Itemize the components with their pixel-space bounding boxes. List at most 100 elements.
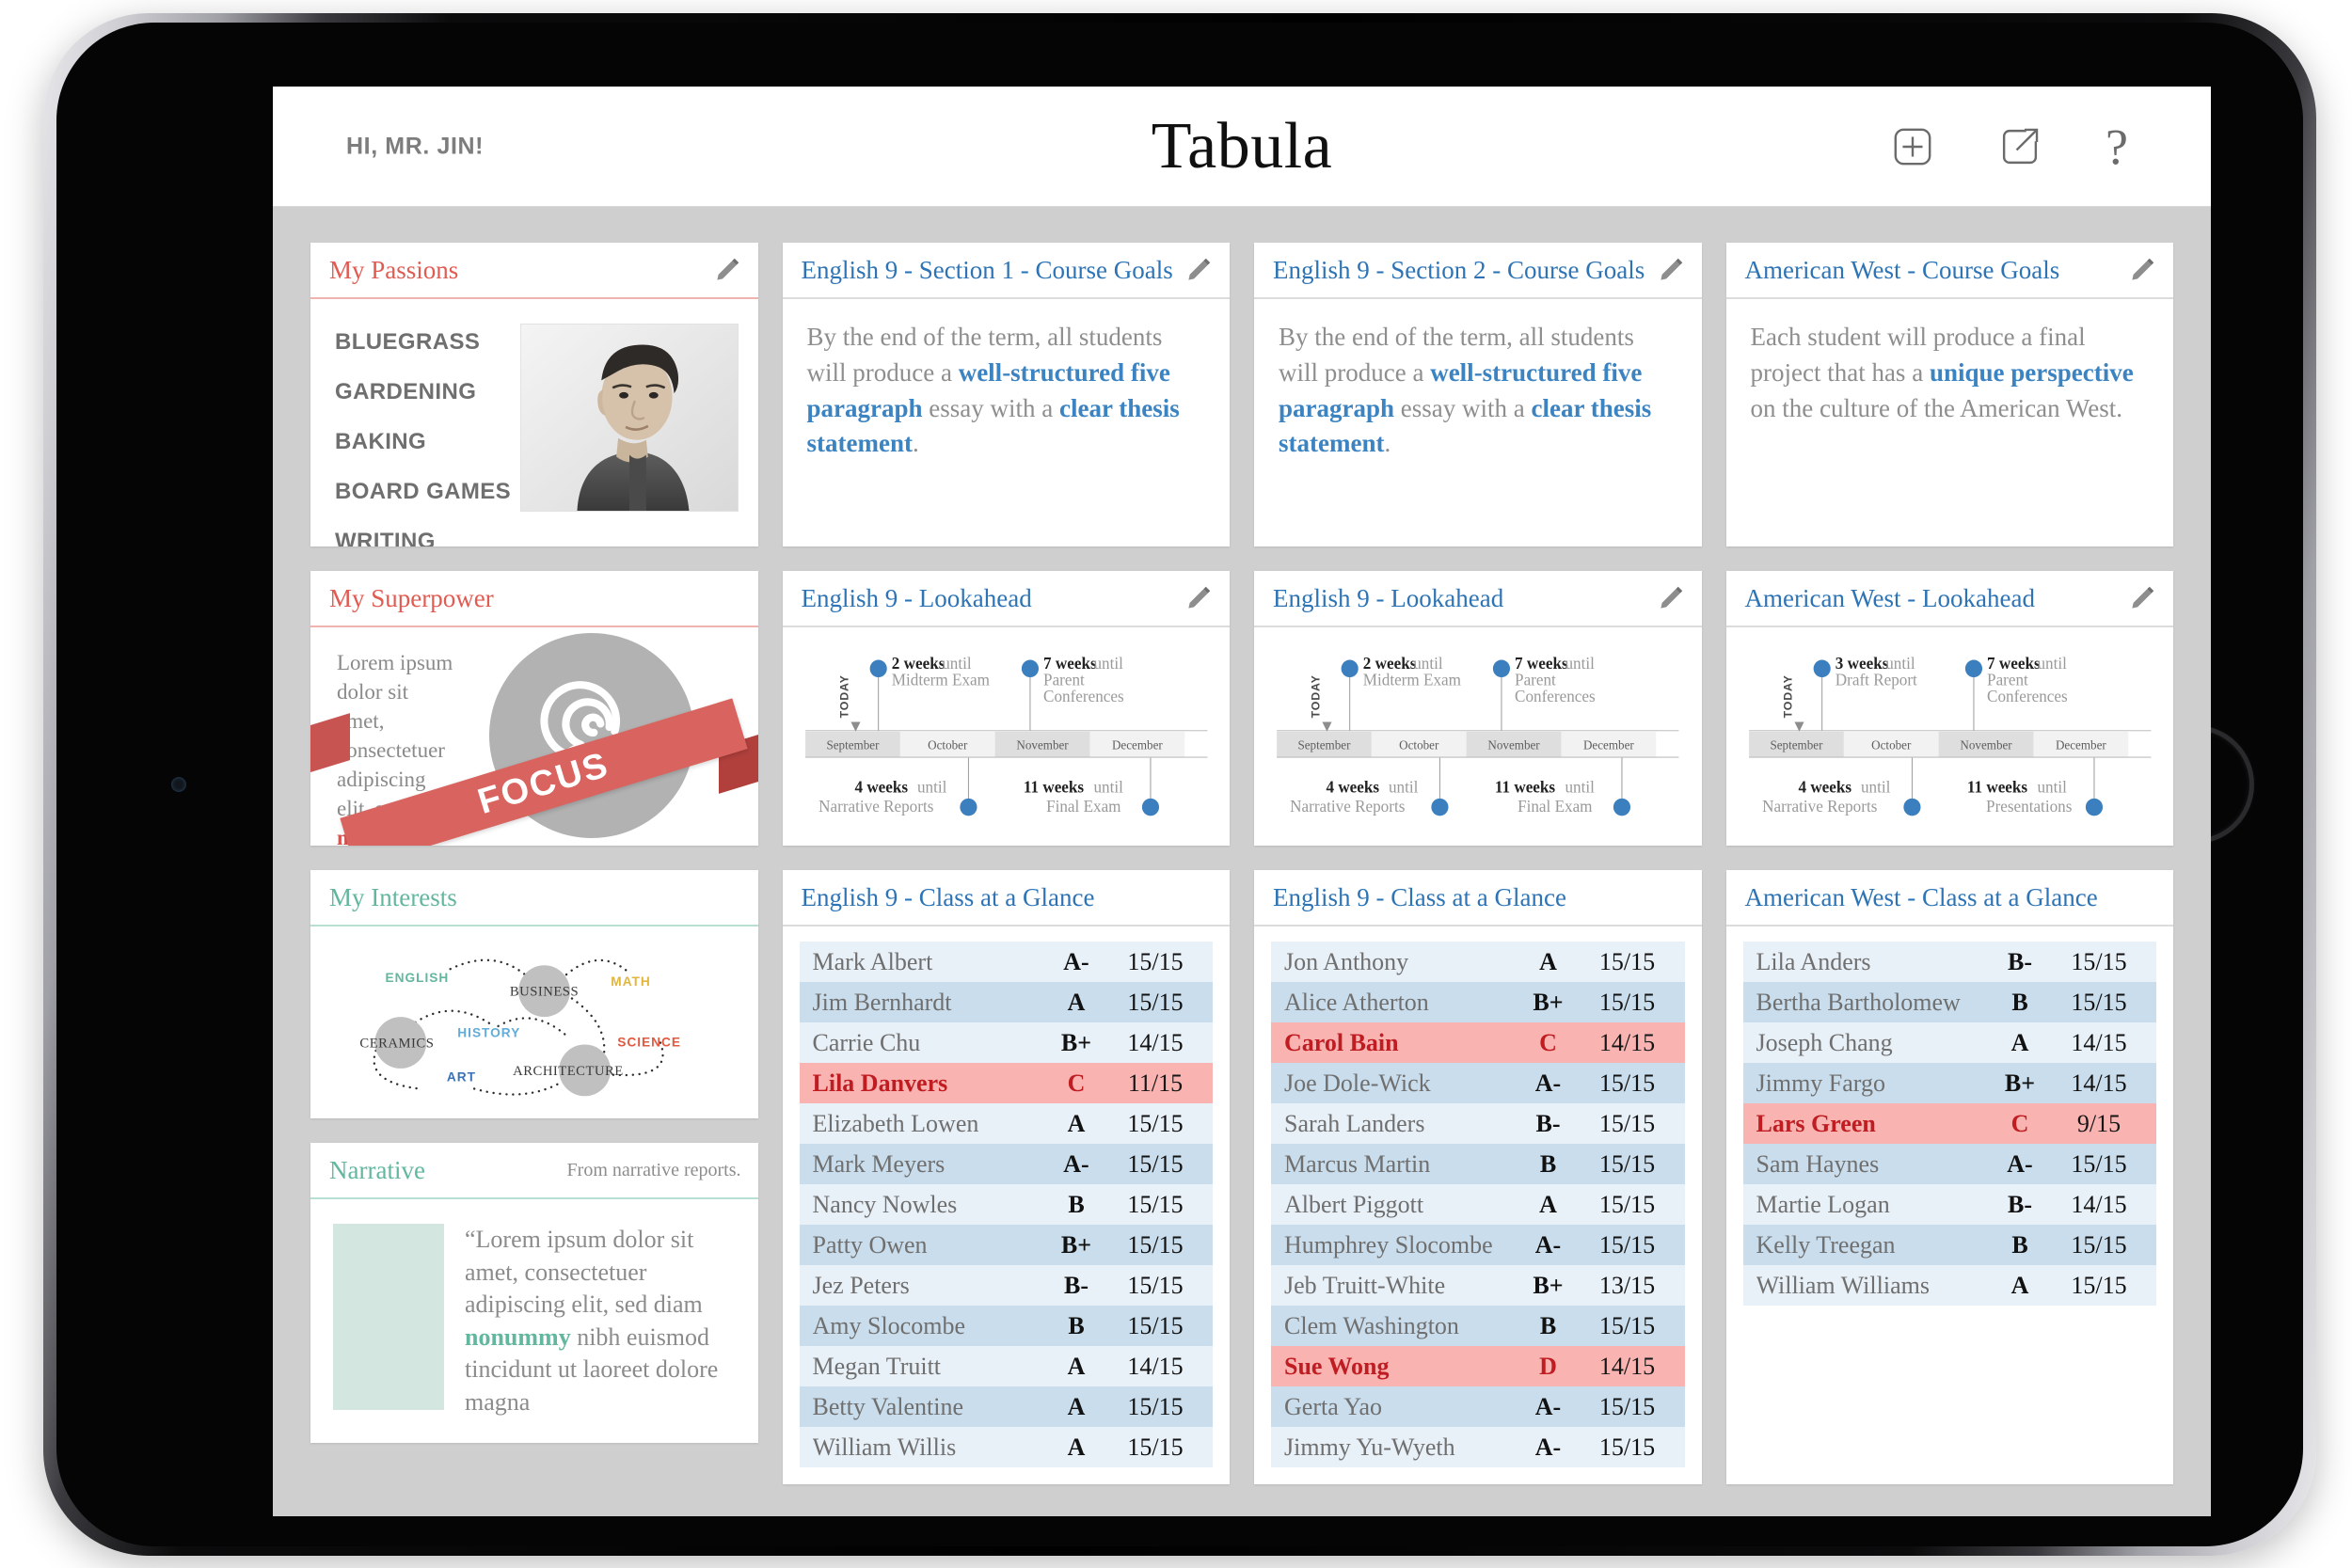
student-score: 15/15 bbox=[2071, 1271, 2127, 1299]
card-title: English 9 - Section 1 - Course Goals bbox=[801, 255, 1173, 284]
edit-pencil-icon[interactable] bbox=[713, 256, 741, 284]
card-body: BUSINESS CERAMICS ARCHITECTURE ENGLISH M… bbox=[310, 927, 758, 1118]
table-row[interactable]: William Willis A 15/15 bbox=[799, 1427, 1213, 1467]
today-label: TODAY bbox=[837, 674, 850, 718]
card-my-passions: My Passions BLUEGRASS GARDENING BAKING B… bbox=[310, 243, 758, 546]
table-row[interactable]: Sue Wong D 14/15 bbox=[1271, 1346, 1685, 1386]
interest-label: CERAMICS bbox=[359, 1036, 434, 1051]
table-row[interactable]: Bertha Bartholomew B 15/15 bbox=[1742, 982, 2156, 1022]
student-grade: B+ bbox=[1060, 1230, 1092, 1259]
student-score: 15/15 bbox=[1598, 1433, 1656, 1461]
table-row[interactable]: Elizabeth Lowen A 15/15 bbox=[799, 1103, 1213, 1144]
table-row[interactable]: Joe Dole-Wick A- 15/15 bbox=[1271, 1063, 1685, 1103]
student-name: Jimmy Fargo bbox=[1756, 1069, 1885, 1097]
student-name: Marcus Martin bbox=[1284, 1149, 1431, 1178]
student-score: 15/15 bbox=[1598, 1109, 1656, 1137]
table-row[interactable]: Marcus Martin B 15/15 bbox=[1271, 1144, 1685, 1184]
interest-label: BUSINESS bbox=[510, 985, 579, 1000]
student-name: Bertha Bartholomew bbox=[1756, 988, 1961, 1016]
card-header: My Passions bbox=[310, 243, 758, 299]
table-row[interactable]: Jeb Truitt-White B+ 13/15 bbox=[1271, 1265, 1685, 1306]
month-label: September bbox=[1297, 737, 1351, 752]
share-icon[interactable] bbox=[1998, 125, 2042, 168]
edit-pencil-icon[interactable] bbox=[1657, 584, 1685, 612]
student-name: Gerta Yao bbox=[1284, 1392, 1382, 1420]
table-row[interactable]: Jim Bernhardt A 15/15 bbox=[799, 982, 1213, 1022]
card-my-interests: My Interests BUSINESS CERAMICS ARCHITECT… bbox=[310, 870, 758, 1118]
table-row[interactable]: Martie Logan B- 14/15 bbox=[1742, 1184, 2156, 1225]
table-row[interactable]: William Williams A 15/15 bbox=[1742, 1265, 2156, 1306]
month-label: December bbox=[1111, 737, 1162, 752]
table-row[interactable]: Mark Albert A- 15/15 bbox=[799, 942, 1213, 982]
card-body: By the end of the term, all students wil… bbox=[1254, 299, 1702, 546]
student-score: 15/15 bbox=[1598, 1311, 1656, 1339]
table-row[interactable]: Lila Anders B- 15/15 bbox=[1742, 942, 2156, 982]
table-row[interactable]: Patty Owen B+ 15/15 bbox=[799, 1225, 1213, 1265]
table-row[interactable]: Megan Truitt A 14/15 bbox=[799, 1346, 1213, 1386]
table-row[interactable]: Betty Valentine A 15/15 bbox=[799, 1386, 1213, 1427]
table-row[interactable]: Jimmy Yu-Wyeth A- 15/15 bbox=[1271, 1427, 1685, 1467]
student-grade: B+ bbox=[1533, 1271, 1564, 1299]
table-row[interactable]: Sam Haynes A- 15/15 bbox=[1742, 1144, 2156, 1184]
card-title: English 9 - Lookahead bbox=[1273, 583, 1504, 612]
table-row[interactable]: Jon Anthony A 15/15 bbox=[1271, 942, 1685, 982]
edit-pencil-icon[interactable] bbox=[2128, 584, 2156, 612]
table-row[interactable]: Mark Meyers A- 15/15 bbox=[799, 1144, 1213, 1184]
event-weeks: 2 weeks bbox=[1363, 655, 1417, 673]
student-name: Alice Atherton bbox=[1284, 988, 1429, 1016]
student-score: 15/15 bbox=[1127, 1149, 1184, 1178]
edit-pencil-icon[interactable] bbox=[1184, 256, 1213, 284]
narrative-quote: “Lorem ipsum dolor sit amet, consectetue… bbox=[465, 1224, 734, 1418]
student-name: Carrie Chu bbox=[812, 1028, 921, 1056]
edit-pencil-icon[interactable] bbox=[1184, 584, 1213, 612]
lookahead-timeline: September October November December TODA… bbox=[1277, 655, 1679, 816]
table-row[interactable]: Jimmy Fargo B+ 14/15 bbox=[1742, 1063, 2156, 1103]
table-row[interactable]: Clem Washington B 15/15 bbox=[1271, 1306, 1685, 1346]
event-weeks: 2 weeks bbox=[891, 655, 945, 673]
table-row[interactable]: Jez Peters B- 15/15 bbox=[799, 1265, 1213, 1306]
event-weeks: 11 weeks bbox=[1495, 778, 1555, 796]
student-score: 14/15 bbox=[1127, 1352, 1184, 1380]
student-name: Mark Meyers bbox=[812, 1149, 946, 1178]
card-header: American West - Lookahead bbox=[1725, 571, 2173, 627]
student-score: 15/15 bbox=[1127, 1109, 1184, 1137]
student-grade: A bbox=[1067, 1392, 1086, 1420]
table-row[interactable]: Lila Danvers C 11/15 bbox=[799, 1063, 1213, 1103]
table-row[interactable]: Nancy Nowles B 15/15 bbox=[799, 1184, 1213, 1225]
student-score: 14/15 bbox=[1127, 1028, 1184, 1056]
timeline-dot bbox=[1492, 659, 1511, 678]
table-row[interactable]: Lars Green C 9/15 bbox=[1742, 1103, 2156, 1144]
month-label: September bbox=[1770, 737, 1823, 752]
table-row[interactable]: Carol Bain C 14/15 bbox=[1271, 1022, 1685, 1063]
card-title: English 9 - Class at a Glance bbox=[1273, 882, 1566, 911]
student-name: Joe Dole-Wick bbox=[1284, 1069, 1431, 1097]
event-until: until bbox=[917, 778, 947, 796]
table-row[interactable]: Gerta Yao A- 15/15 bbox=[1271, 1386, 1685, 1427]
timeline-dot bbox=[1341, 659, 1359, 678]
event-name: Midterm Exam bbox=[1363, 671, 1462, 689]
table-row[interactable]: Albert Piggott A 15/15 bbox=[1271, 1184, 1685, 1225]
student-grade: B bbox=[1068, 1311, 1085, 1339]
greeting-text: HI, MR. JIN! bbox=[346, 133, 485, 159]
month-label: November bbox=[1960, 737, 2012, 752]
card-body: Each student will produce a final projec… bbox=[1726, 299, 2174, 546]
help-icon[interactable]: ? bbox=[2106, 121, 2128, 172]
card-header: My Superpower bbox=[310, 571, 758, 627]
month-label: October bbox=[1399, 737, 1439, 752]
table-row[interactable]: Kelly Treegan B 15/15 bbox=[1742, 1225, 2156, 1265]
table-row[interactable]: Amy Slocombe B 15/15 bbox=[799, 1306, 1213, 1346]
today-label: TODAY bbox=[1781, 674, 1794, 718]
student-name: Albert Piggott bbox=[1284, 1190, 1424, 1218]
add-icon[interactable] bbox=[1891, 125, 1934, 168]
student-name: Carol Bain bbox=[1284, 1028, 1399, 1056]
student-grade: B- bbox=[2008, 1190, 2032, 1218]
student-grade: C bbox=[2010, 1109, 2029, 1137]
table-row[interactable]: Humphrey Slocombe A- 15/15 bbox=[1271, 1225, 1685, 1265]
table-row[interactable]: Sarah Landers B- 15/15 bbox=[1271, 1103, 1685, 1144]
table-row[interactable]: Alice Atherton B+ 15/15 bbox=[1271, 982, 1685, 1022]
edit-pencil-icon[interactable] bbox=[1657, 256, 1685, 284]
student-score: 15/15 bbox=[2071, 988, 2127, 1016]
table-row[interactable]: Carrie Chu B+ 14/15 bbox=[799, 1022, 1213, 1063]
edit-pencil-icon[interactable] bbox=[2128, 256, 2156, 284]
table-row[interactable]: Joseph Chang A 14/15 bbox=[1742, 1022, 2156, 1063]
